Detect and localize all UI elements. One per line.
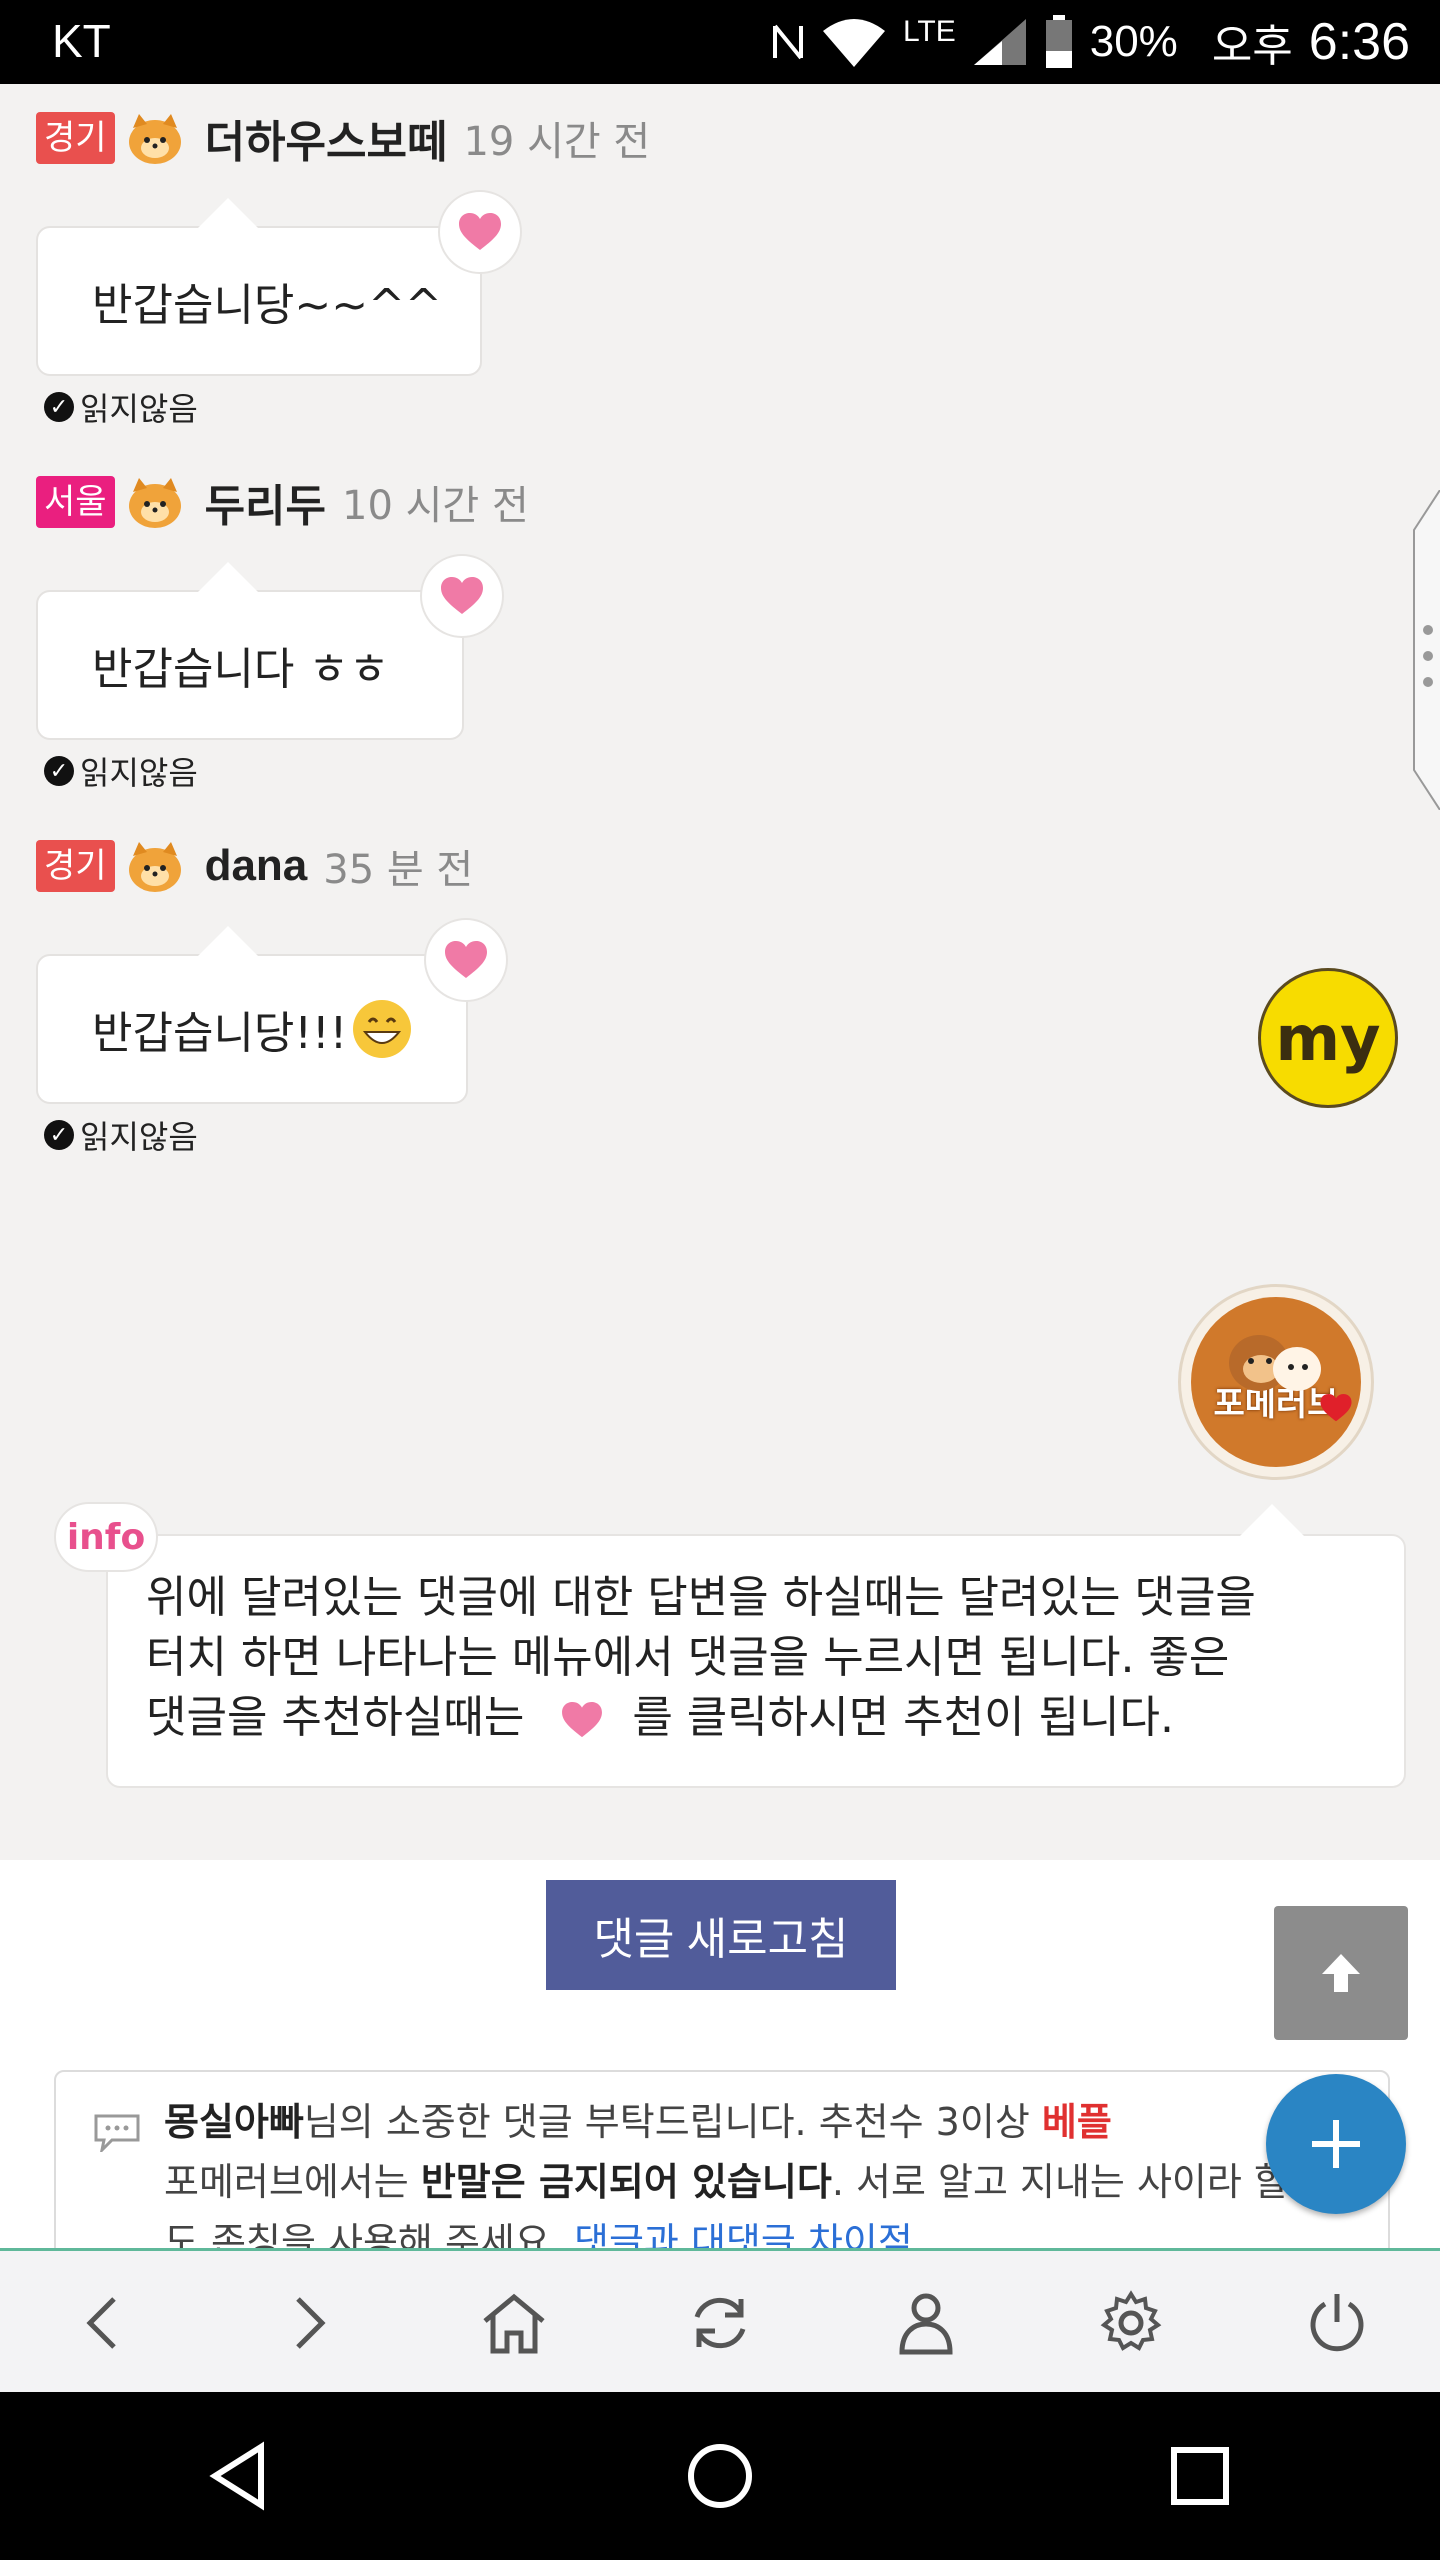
region-badge: 서울 — [36, 476, 115, 528]
square-recents-icon — [1171, 2447, 1229, 2505]
read-status: ✓ 읽지않음 — [44, 1112, 198, 1158]
add-fab-button[interactable] — [1266, 2074, 1406, 2214]
notice-text: . 서로 알고 지내는 사이라 할지 — [831, 2160, 1324, 2204]
browser-toolbar — [0, 2248, 1440, 2395]
info-line: 댓글을 추천하실때는 를 클릭하시면 추천이 됩니다. — [146, 1688, 1374, 1748]
network-label: LTE — [902, 15, 956, 48]
region-badge: 경기 — [36, 840, 115, 892]
notice-text: 님의 소중한 댓글 부탁드립니다. 추천수 3이상 — [303, 2100, 1030, 2144]
notice-line: 포메러브에서는 반말은 금지되어 있습니다. 서로 알고 지내는 사이라 할지 — [164, 2152, 1388, 2212]
info-line: 위에 달려있는 댓글에 대한 답변을 하실때는 달려있는 댓글을 — [146, 1572, 1256, 1623]
info-tag: info — [54, 1502, 158, 1572]
arrow-up-icon — [1322, 1954, 1360, 1992]
triangle-back-icon — [209, 2441, 264, 2511]
info-line: 터치 하면 나타나는 메뉴에서 댓글을 누르시면 됩니다. 좋은 — [146, 1632, 1230, 1683]
like-heart-button[interactable] — [438, 190, 522, 274]
notice-text: 포메러브에서는 — [164, 2160, 409, 2204]
check-circle-icon: ✓ — [44, 1120, 74, 1150]
heart-icon — [441, 577, 483, 614]
scroll-top-button[interactable] — [1274, 1906, 1408, 2040]
comment-header: 경기 더하우스보떼 19 시간 전 — [36, 108, 650, 168]
back-button[interactable] — [58, 2278, 148, 2368]
comment-header: 서울 두리두 10 시간 전 — [36, 472, 529, 532]
refresh-icon — [694, 2297, 746, 2349]
timestamp: 35 분 전 — [323, 847, 474, 893]
dog-illustration-icon — [1229, 1335, 1321, 1391]
comment-text: 반갑습니다 ㅎㅎ — [92, 644, 390, 695]
gear-icon — [1100, 2290, 1162, 2351]
region-badge: 경기 — [36, 112, 115, 164]
best-comment-label: 베플 — [1041, 2100, 1112, 2144]
home-button[interactable] — [469, 2278, 559, 2368]
username[interactable]: 더하우스보떼 — [205, 106, 448, 170]
chevron-left-icon — [86, 2297, 116, 2349]
refresh-comments-button[interactable]: 댓글 새로고침 — [546, 1880, 896, 1990]
read-status-label: 읽지않음 — [80, 390, 198, 428]
profile-button[interactable] — [881, 2278, 971, 2368]
carrier-label: KT — [52, 15, 111, 67]
like-heart-button[interactable] — [420, 554, 504, 638]
nav-back-button[interactable] — [180, 2416, 300, 2536]
notice-bold: 반말은 금지되어 있습니다 — [420, 2160, 832, 2204]
comment-header: 경기 dana 35 분 전 — [36, 836, 473, 896]
grinning-emoji-icon — [353, 1000, 412, 1058]
side-drawer-handle[interactable] — [1410, 490, 1440, 810]
check-circle-icon: ✓ — [44, 756, 74, 786]
comment-text: 반갑습니당!!! — [92, 1008, 348, 1059]
timestamp: 10 시간 전 — [342, 483, 529, 529]
speech-bubble-icon — [94, 2114, 140, 2152]
power-button[interactable] — [1292, 2278, 1382, 2368]
pomelove-logo[interactable]: 포메러브 — [1178, 1284, 1374, 1480]
heart-icon — [562, 1701, 603, 1738]
my-button[interactable]: my — [1258, 968, 1398, 1108]
pomeranian-avatar-icon — [128, 478, 181, 528]
comment-bubble[interactable]: 반갑습니다 ㅎㅎ — [36, 562, 464, 740]
info-line-part: 를 클릭하시면 추천이 됩니다. — [632, 1692, 1175, 1743]
ampm-label: 오후 — [1211, 22, 1293, 71]
heart-icon — [445, 941, 487, 978]
settings-button[interactable] — [1086, 2278, 1176, 2368]
system-nav-bar — [0, 2392, 1440, 2560]
comment-bubble[interactable]: 반갑습니당!!! — [36, 926, 468, 1104]
pomeranian-avatar-icon — [128, 114, 181, 164]
status-bar: KT LTE 30% 오후 6:36 — [0, 0, 1440, 84]
reload-button[interactable] — [675, 2278, 765, 2368]
comment-bubble[interactable]: 반갑습니당~~^^ — [36, 198, 482, 376]
read-status-label: 읽지않음 — [80, 754, 198, 792]
pomeranian-avatar-icon — [128, 842, 181, 892]
wifi-icon — [822, 19, 885, 67]
like-heart-button[interactable] — [424, 918, 508, 1002]
user-icon — [899, 2293, 953, 2355]
nfc-icon — [772, 24, 803, 60]
signal-icon — [973, 19, 1026, 65]
username[interactable]: dana — [205, 841, 308, 891]
username[interactable]: 두리두 — [205, 470, 326, 534]
logo-badge: 포메러브 — [1191, 1297, 1361, 1467]
nav-recents-button[interactable] — [1140, 2416, 1260, 2536]
notice-line: 몽실아빠님의 소중한 댓글 부탁드립니다. 추천수 3이상 베플 — [164, 2092, 1388, 2152]
chevron-right-icon — [295, 2297, 326, 2349]
info-message: 위에 달려있는 댓글에 대한 답변을 하실때는 달려있는 댓글을 터치 하면 나… — [106, 1504, 1406, 1788]
home-icon — [483, 2293, 545, 2354]
forward-button[interactable] — [264, 2278, 354, 2368]
heart-icon — [459, 213, 501, 250]
battery-label: 30% — [1089, 17, 1178, 66]
logo-heart-icon — [1320, 1393, 1352, 1422]
timestamp: 19 시간 전 — [463, 119, 651, 165]
nav-home-button[interactable] — [660, 2416, 780, 2536]
battery-icon — [1045, 15, 1072, 68]
check-circle-icon: ✓ — [44, 392, 74, 422]
read-status: ✓ 읽지않음 — [44, 748, 198, 794]
notice-username: 몽실아빠 — [164, 2100, 304, 2144]
status-icons: LTE 30% 오후 6:36 — [771, 10, 1410, 74]
clock: 6:36 — [1308, 13, 1410, 71]
power-icon — [1310, 2294, 1364, 2352]
read-status-label: 읽지않음 — [80, 1118, 198, 1156]
info-line-part: 댓글을 추천하실때는 — [146, 1692, 525, 1743]
comment-text: 반갑습니당~~^^ — [92, 280, 442, 331]
read-status: ✓ 읽지않음 — [44, 384, 198, 430]
plus-icon — [1312, 2120, 1360, 2168]
circle-home-icon — [688, 2444, 752, 2508]
